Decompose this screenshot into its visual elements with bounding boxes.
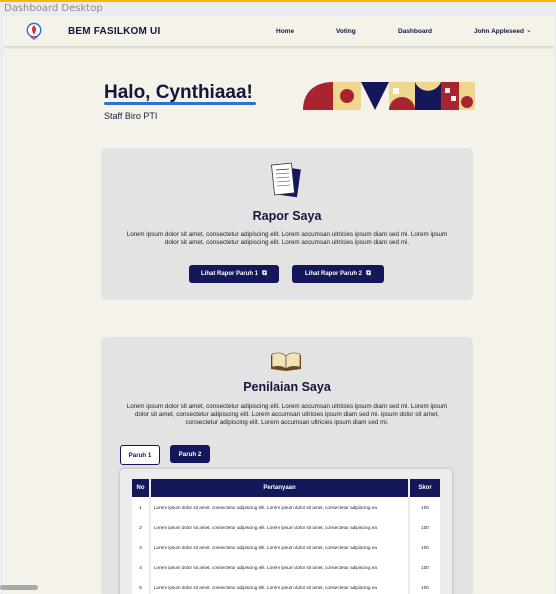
- row-score: 100: [410, 537, 440, 557]
- penilaian-table: No Pertanyaan Skor 1 Lorem ipsum dolor s…: [130, 479, 442, 594]
- header-skor: Skor: [410, 479, 440, 497]
- lihat-rapor-paruh-2-button[interactable]: Lihat Rapor Paruh 2 ⧉: [292, 265, 384, 283]
- table-row: 5 Lorem ipsum dolor sit amet, consectetu…: [132, 577, 440, 594]
- bem-logo-icon[interactable]: [25, 22, 43, 40]
- row-question: Lorem ipsum dolor sit amet, consectetur …: [151, 537, 408, 557]
- document-icon: [271, 162, 301, 198]
- row-score: 100: [410, 577, 440, 594]
- row-score: 100: [410, 497, 440, 517]
- frame-top-border: [0, 0, 556, 2]
- row-question: Lorem ipsum dolor sit amet, consectetur …: [151, 577, 408, 594]
- frame-label: Dashboard Desktop: [4, 3, 103, 14]
- external-link-icon: ⧉: [262, 270, 267, 277]
- row-question: Lorem ipsum dolor sit amet, consectetur …: [151, 517, 408, 537]
- rapor-description: Lorem ipsum dolor sit amet, consectetur …: [126, 231, 448, 246]
- lihat-rapor-paruh-1-button[interactable]: Lihat Rapor Paruh 1 ⧉: [189, 265, 279, 283]
- tab-paruh-2[interactable]: Paruh 2: [170, 445, 210, 463]
- row-number: 1: [132, 497, 149, 517]
- table-row: 2 Lorem ipsum dolor sit amet, consectetu…: [132, 517, 440, 537]
- row-score: 100: [410, 517, 440, 537]
- chevron-down-icon[interactable]: ⌄: [526, 26, 532, 34]
- open-book-icon: [271, 352, 301, 371]
- header-no: No: [132, 479, 149, 497]
- button-label: Lihat Rapor Paruh 1: [200, 271, 258, 277]
- penilaian-title: Penilaian Saya: [243, 380, 331, 394]
- rapor-card: Rapor Saya Lorem ipsum dolor sit amet, c…: [101, 148, 473, 300]
- penilaian-description: Lorem ipsum dolor sit amet, consectetur …: [126, 403, 448, 426]
- rapor-title: Rapor Saya: [252, 209, 322, 223]
- user-role: Staff Biro PTI: [104, 111, 158, 121]
- brand-name[interactable]: BEM FASILKOM UI: [68, 26, 160, 37]
- header-pertanyaan: Pertanyaan: [151, 479, 408, 497]
- user-menu[interactable]: John Appleseed: [474, 28, 524, 35]
- nav-link-dashboard[interactable]: Dashboard: [398, 28, 432, 35]
- row-number: 4: [132, 557, 149, 577]
- nav-link-voting[interactable]: Voting: [336, 28, 356, 35]
- nav-link-home[interactable]: Home: [276, 28, 294, 35]
- table-row: 1 Lorem ipsum dolor sit amet, consectetu…: [132, 497, 440, 517]
- tab-paruh-1[interactable]: Paruh 1: [120, 445, 160, 465]
- penilaian-table-container: No Pertanyaan Skor 1 Lorem ipsum dolor s…: [120, 469, 452, 594]
- row-number: 2: [132, 517, 149, 537]
- table-header-row: No Pertanyaan Skor: [132, 479, 440, 497]
- navbar: BEM FASILKOM UI Home Voting Dashboard Jo…: [3, 16, 554, 46]
- row-number: 5: [132, 577, 149, 594]
- external-link-icon: ⧉: [366, 270, 371, 277]
- greeting-underline: [104, 102, 256, 105]
- penilaian-card: Penilaian Saya Lorem ipsum dolor sit ame…: [101, 337, 473, 594]
- greeting-title: Halo, Cynthiaaa!: [104, 82, 253, 103]
- horizontal-scrollbar[interactable]: [0, 585, 38, 590]
- button-label: Lihat Rapor Paruh 2: [304, 271, 362, 277]
- row-question: Lorem ipsum dolor sit amet, consectetur …: [151, 557, 408, 577]
- decorative-banner: [303, 80, 475, 110]
- dashboard-page: BEM FASILKOM UI Home Voting Dashboard Jo…: [3, 16, 554, 594]
- table-row: 4 Lorem ipsum dolor sit amet, consectetu…: [132, 557, 440, 577]
- row-question: Lorem ipsum dolor sit amet, consectetur …: [151, 497, 408, 517]
- row-score: 100: [410, 557, 440, 577]
- row-number: 3: [132, 537, 149, 557]
- table-row: 3 Lorem ipsum dolor sit amet, consectetu…: [132, 537, 440, 557]
